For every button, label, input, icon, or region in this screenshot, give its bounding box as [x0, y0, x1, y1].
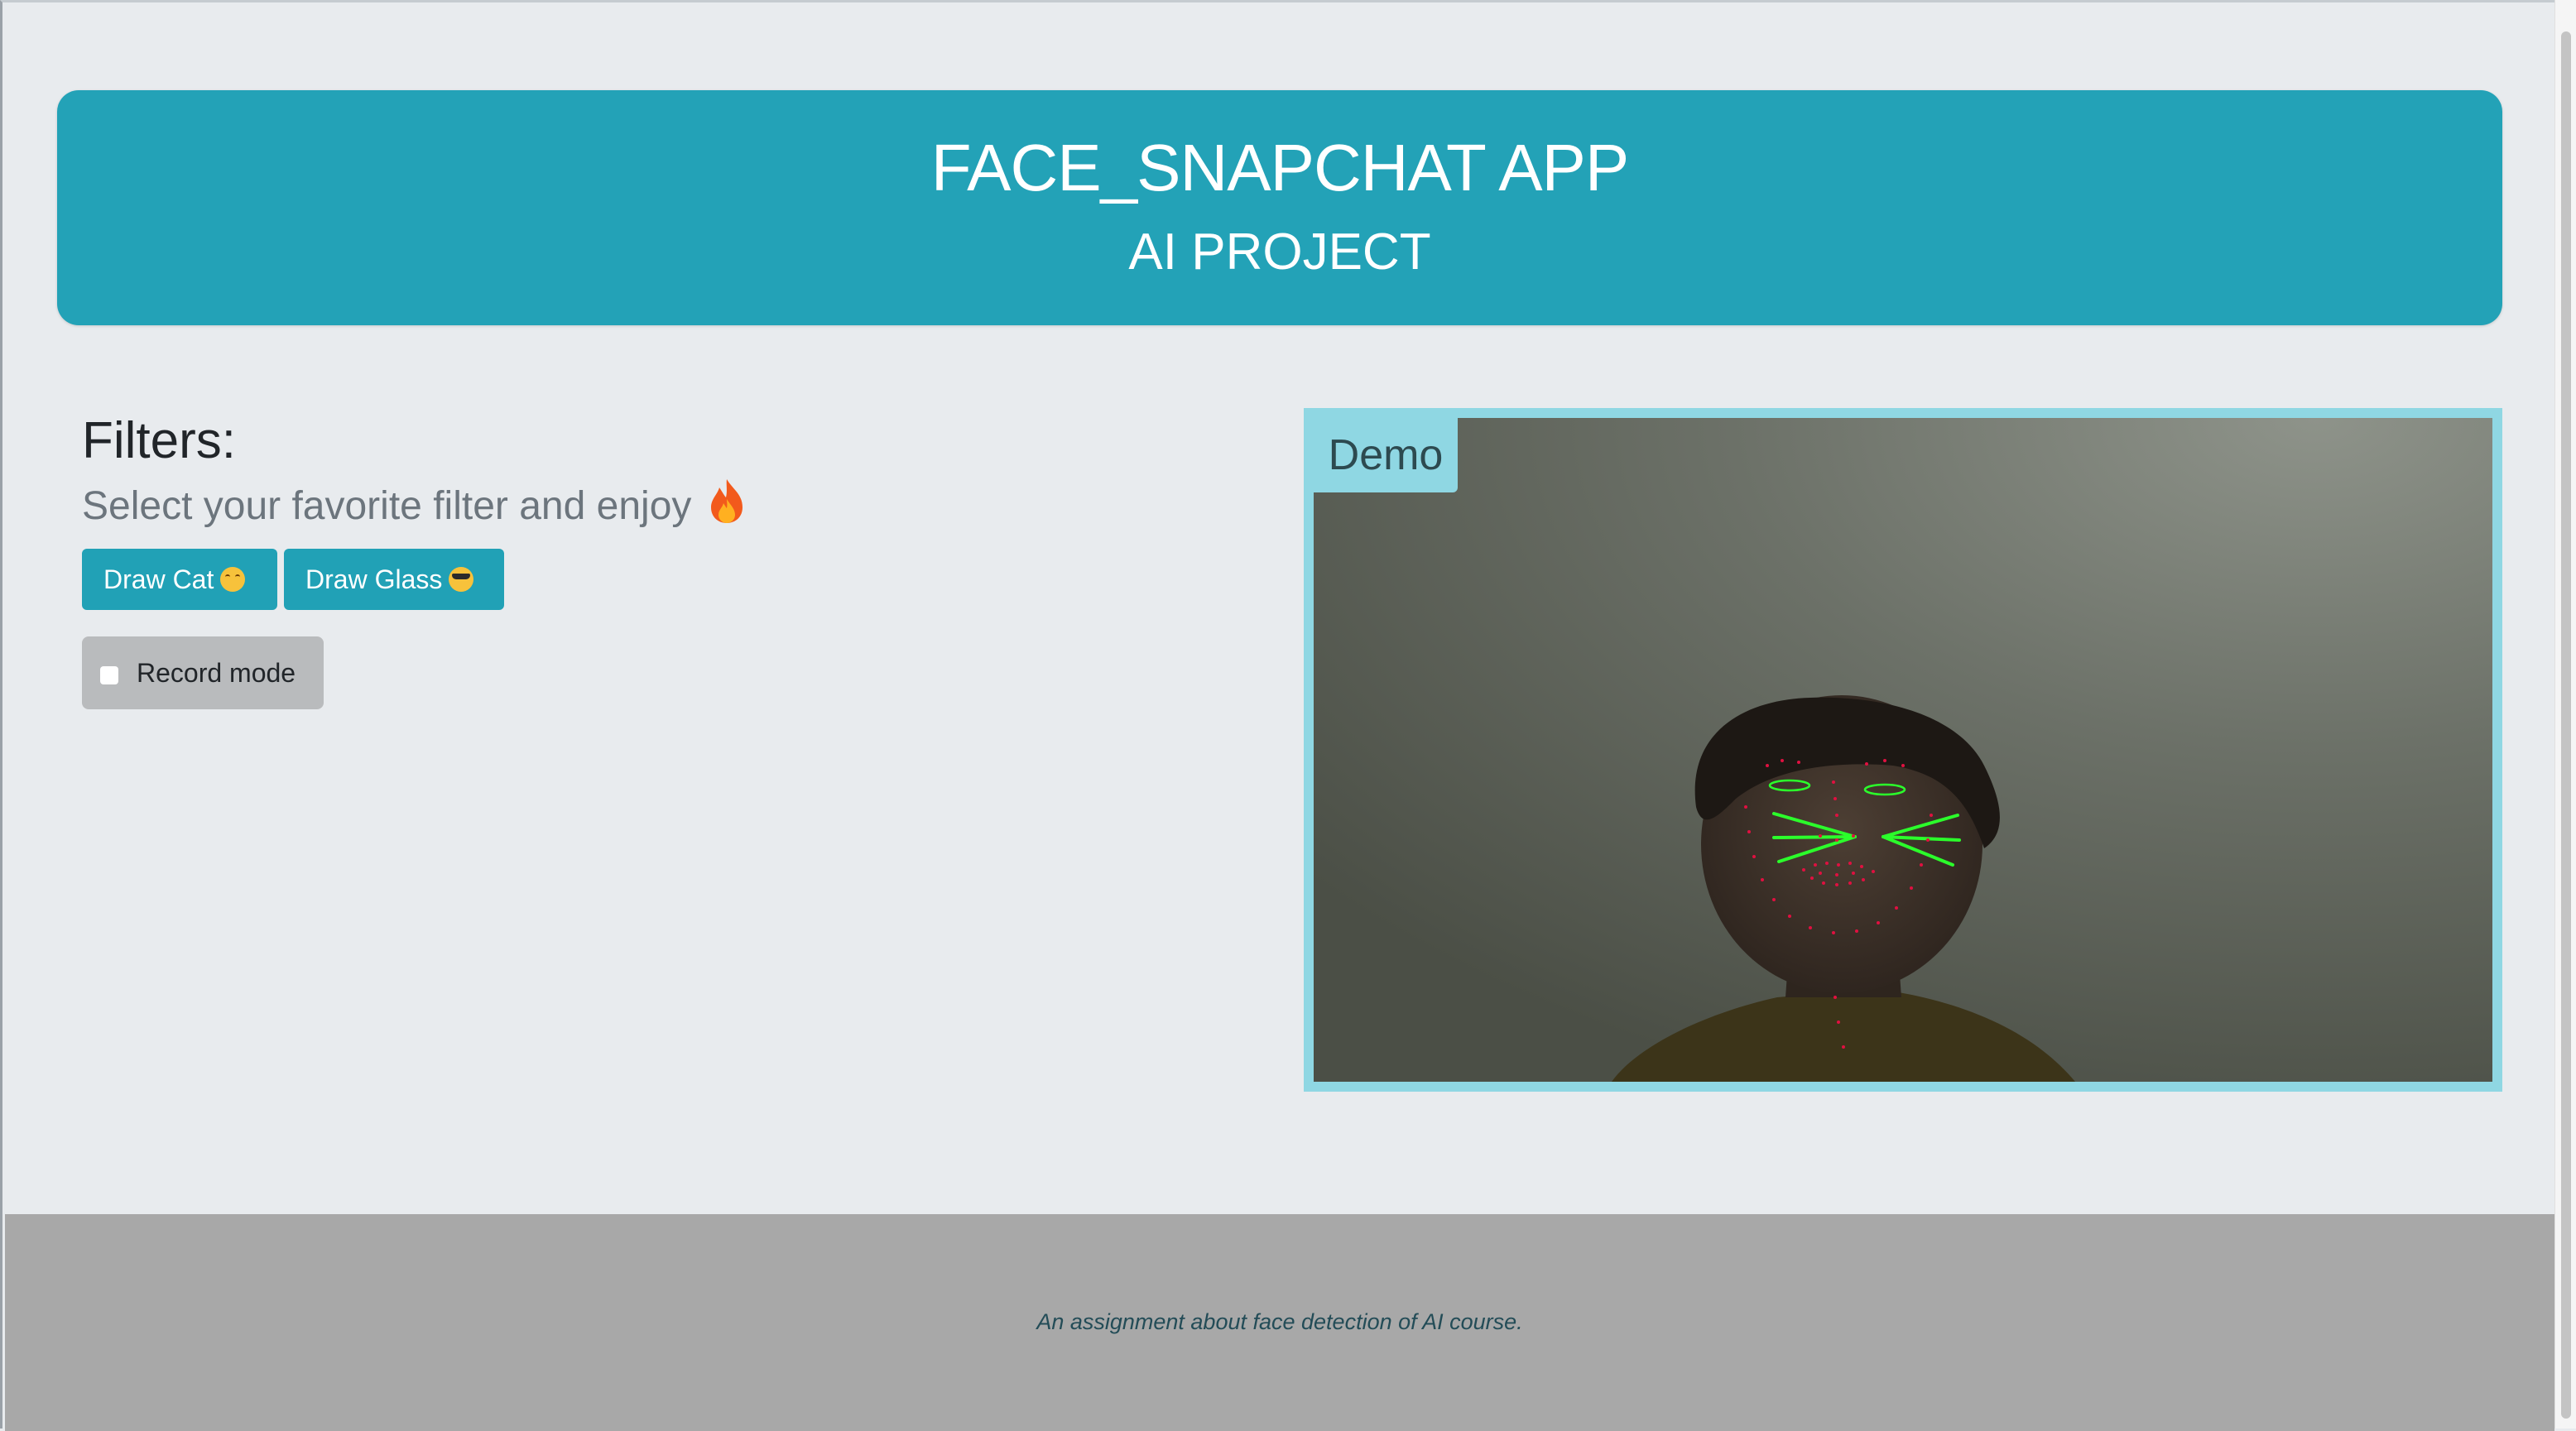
- draw-cat-label: Draw Cat: [103, 564, 214, 594]
- filters-description-text: Select your favorite filter and enjoy: [82, 484, 692, 528]
- record-mode-checkbox[interactable]: [100, 666, 118, 684]
- demo-label: Demo: [1314, 418, 1458, 492]
- webcam-video-feed: [1314, 418, 2492, 1082]
- vertical-scrollbar[interactable]: [2554, 0, 2576, 1429]
- record-mode-toggle[interactable]: Record mode: [82, 636, 324, 709]
- header-banner: FACE_SNAPCHAT APP AI PROJECT: [57, 90, 2502, 325]
- draw-cat-button[interactable]: Draw Cat: [82, 549, 277, 610]
- page: FACE_SNAPCHAT APP AI PROJECT Filters: Se…: [0, 0, 2554, 1431]
- sunglasses-face-emoji-icon: [449, 567, 474, 592]
- demo-panel: Demo: [1304, 408, 2502, 1092]
- draw-glass-button[interactable]: Draw Glass: [284, 549, 504, 610]
- footer-text: An assignment about face detection of AI…: [1036, 1309, 1523, 1334]
- app-title: FACE_SNAPCHAT APP: [930, 131, 1630, 204]
- record-mode-label: Record mode: [137, 658, 296, 688]
- webcam-scene: [1314, 418, 2492, 1082]
- fire-icon: [710, 479, 743, 523]
- app-subtitle: AI PROJECT: [1128, 223, 1431, 281]
- cat-face-emoji-icon: [220, 567, 246, 592]
- footer: An assignment about face detection of AI…: [5, 1214, 2554, 1431]
- filters-heading: Filters:: [82, 412, 236, 469]
- scrollbar-thumb[interactable]: [2561, 31, 2571, 1419]
- filters-description: Select your favorite filter and enjoy: [82, 478, 746, 535]
- draw-glass-label: Draw Glass: [305, 564, 443, 594]
